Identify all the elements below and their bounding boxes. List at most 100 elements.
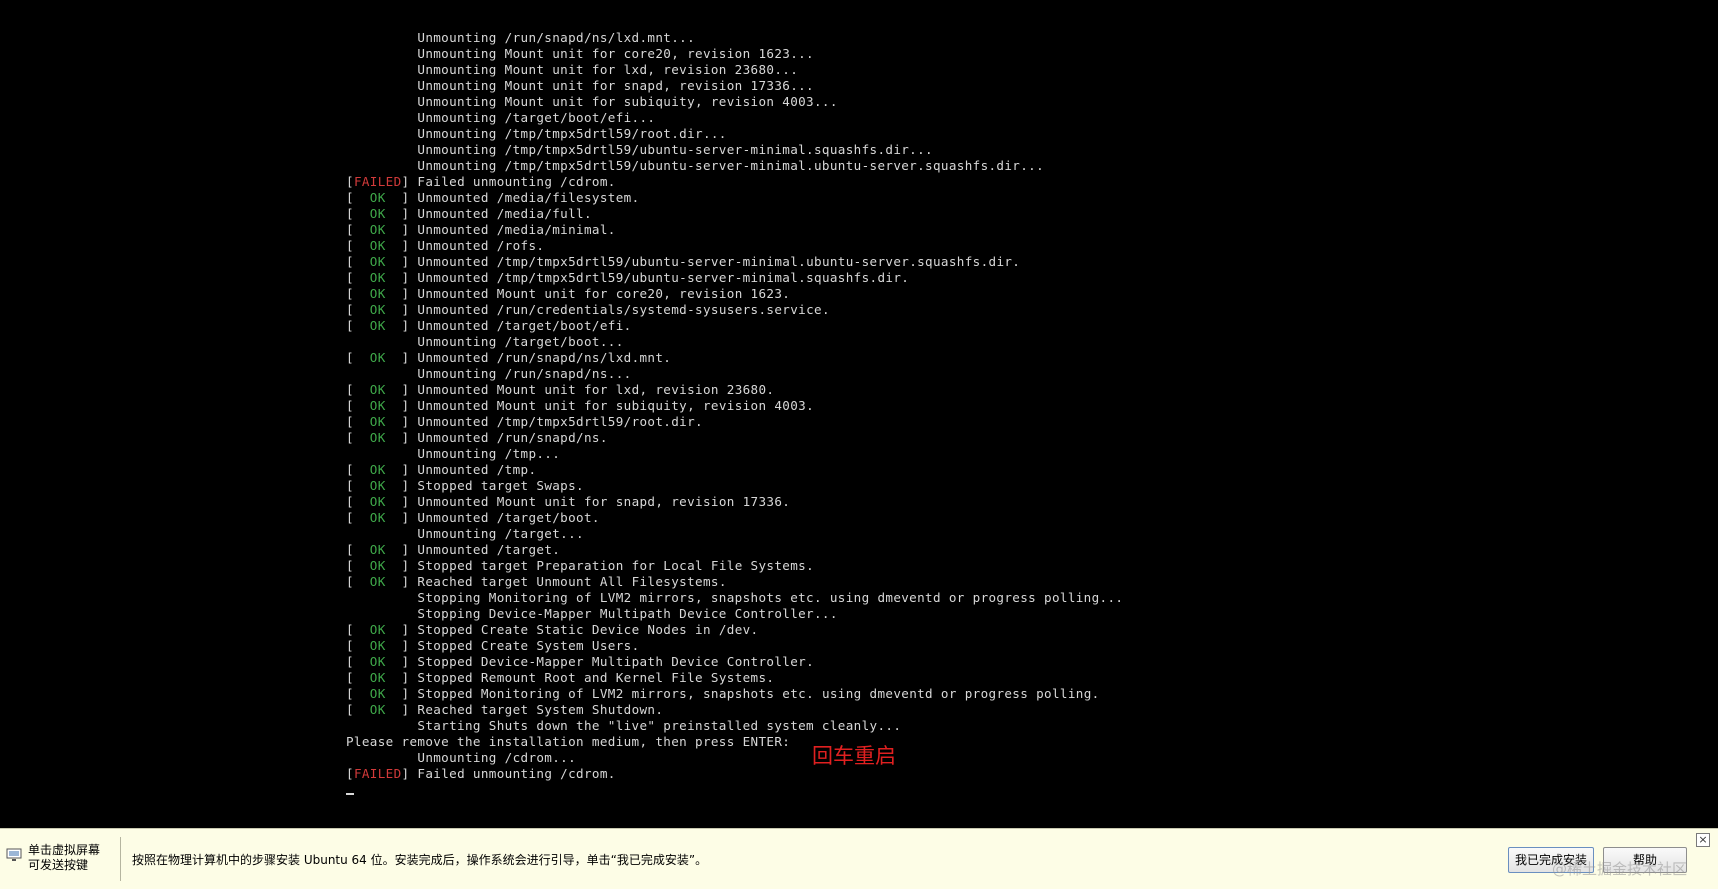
status-tag [346,30,417,45]
divider [120,837,121,881]
ok-status: OK [369,670,386,685]
screen-hint-line1: 单击虚拟屏幕 [28,843,101,857]
text-cursor [346,792,354,795]
console-line: [ OK ] Stopped Monitoring of LVM2 mirror… [346,686,1646,702]
console-line: Unmounting /target... [346,526,1646,542]
console-line-text: Unmounting Mount unit for subiquity, rev… [417,94,838,109]
console-line-text: Unmounting /run/snapd/ns... [417,366,632,381]
status-tag: [ OK ] [346,430,418,445]
console-line-text: Stopped Monitoring of LVM2 mirrors, snap… [417,686,1100,701]
console-line: Starting Shuts down the "live" preinstal… [346,718,1646,734]
console-line: [ OK ] Unmounted Mount unit for snapd, r… [346,494,1646,510]
console-line: [ OK ] Reached target System Shutdown. [346,702,1646,718]
console-line-text: Unmounted /tmp/tmpx5drtl59/ubuntu-server… [417,270,910,285]
console-line-text: Starting Shuts down the "live" preinstal… [417,718,902,733]
ok-status: OK [369,510,386,525]
failed-status: FAILED [353,766,402,781]
console-line-text: Stopped Device-Mapper Multipath Device C… [417,654,815,669]
console-line: [ OK ] Unmounted Mount unit for core20, … [346,286,1646,302]
console-line-text: Unmounted Mount unit for lxd, revision 2… [417,382,775,397]
console-line: [ OK ] Unmounted /tmp/tmpx5drtl59/root.d… [346,414,1646,430]
console-line: [ OK ] Unmounted /run/snapd/ns. [346,430,1646,446]
console-line-text: Unmounting /tmp/tmpx5drtl59/ubuntu-serve… [417,158,1045,173]
console-line-text: Unmounted /tmp/tmpx5drtl59/root.dir. [417,414,703,429]
console-line-text: Unmounted /media/minimal. [417,222,616,237]
console-line: Unmounting /tmp/tmpx5drtl59/root.dir... [346,126,1646,142]
console-line: Unmounting /target/boot... [346,334,1646,350]
ok-status: OK [369,302,386,317]
console-line: Unmounting /run/snapd/ns/lxd.mnt... [346,30,1646,46]
console-line: Unmounting /tmp/tmpx5drtl59/ubuntu-serve… [346,142,1646,158]
console-line-text: Unmounted Mount unit for snapd, revision… [417,494,791,509]
status-tag: [FAILED] [346,174,418,189]
console-line: [ OK ] Unmounted /tmp/tmpx5drtl59/ubuntu… [346,270,1646,286]
console-line-text: Stopping Device-Mapper Multipath Device … [417,606,838,621]
status-tag [346,590,417,605]
console-line: [ OK ] Unmounted /run/credentials/system… [346,302,1646,318]
ok-status: OK [369,686,386,701]
console-line: [ OK ] Unmounted /rofs. [346,238,1646,254]
ok-status: OK [369,574,386,589]
console-line: [ OK ] Unmounted /target/boot. [346,510,1646,526]
console-line: Unmounting /tmp... [346,446,1646,462]
console-line-text: Stopped target Preparation for Local Fil… [417,558,815,573]
status-tag: [ OK ] [346,190,418,205]
ok-status: OK [369,286,386,301]
status-tag: [ OK ] [346,462,418,477]
console-line-text: Failed unmounting /cdrom. [417,766,616,781]
console-line: [ OK ] Unmounted /tmp. [346,462,1646,478]
status-tag: [ OK ] [346,670,418,685]
console-line: [ OK ] Stopped Remount Root and Kernel F… [346,670,1646,686]
console-line: [ OK ] Unmounted /target/boot/efi. [346,318,1646,334]
status-tag [346,126,417,141]
ok-status: OK [369,270,386,285]
status-tag: [ OK ] [346,574,418,589]
console-line-text: Unmounting /tmp/tmpx5drtl59/root.dir... [417,126,727,141]
console-line: [ OK ] Unmounted /run/snapd/ns/lxd.mnt. [346,350,1646,366]
status-tag: [ OK ] [346,686,418,701]
console-line: Unmounting /tmp/tmpx5drtl59/ubuntu-serve… [346,158,1646,174]
console-line-text: Unmounted /target. [417,542,561,557]
status-tag [346,606,417,621]
status-tag: [ OK ] [346,654,418,669]
console-line: [FAILED] Failed unmounting /cdrom. [346,766,1646,782]
console-line: [ OK ] Unmounted Mount unit for subiquit… [346,398,1646,414]
console-line: Unmounting Mount unit for core20, revisi… [346,46,1646,62]
ok-status: OK [369,494,386,509]
terminal-console[interactable]: Unmounting /run/snapd/ns/lxd.mnt... Unmo… [346,30,1646,820]
ok-status: OK [369,478,386,493]
ok-status: OK [369,638,386,653]
console-line: Stopping Monitoring of LVM2 mirrors, sna… [346,590,1646,606]
status-tag: [ OK ] [346,702,418,717]
console-line-text: Unmounting /tmp... [417,446,561,461]
ok-status: OK [369,254,386,269]
status-tag: [FAILED] [346,766,418,781]
close-icon[interactable]: × [1696,833,1710,847]
ok-status: OK [369,318,386,333]
status-tag [346,142,417,157]
ok-status: OK [369,542,386,557]
annotation-label: 回车重启 [812,744,896,768]
console-line-text: Stopped target Swaps. [417,478,584,493]
ok-status: OK [369,430,386,445]
status-tag [346,366,417,381]
status-tag: [ OK ] [346,302,418,317]
console-line: [ OK ] Stopped Device-Mapper Multipath D… [346,654,1646,670]
console-line-text: Reached target System Shutdown. [417,702,664,717]
vm-hint-bar: 单击虚拟屏幕 可发送按键 按照在物理计算机中的步骤安装 Ubuntu 64 位。… [0,828,1718,889]
ok-status: OK [369,462,386,477]
console-line-text: Unmounting /tmp/tmpx5drtl59/ubuntu-serve… [417,142,933,157]
ok-status: OK [369,222,386,237]
status-tag: [ OK ] [346,350,418,365]
console-line-text: Failed unmounting /cdrom. [417,174,616,189]
console-line: [ OK ] Unmounted Mount unit for lxd, rev… [346,382,1646,398]
ok-status: OK [369,238,386,253]
console-line: [ OK ] Reached target Unmount All Filesy… [346,574,1646,590]
console-line-text: Unmounted /tmp. [417,462,537,477]
ok-status: OK [369,558,386,573]
console-line-text: Unmounted /rofs. [417,238,545,253]
status-tag: [ OK ] [346,382,418,397]
console-line-text: Unmounted /run/snapd/ns. [417,430,608,445]
console-line-text: Please remove the installation medium, t… [346,734,791,749]
console-line-text: Unmounted /target/boot. [417,510,600,525]
